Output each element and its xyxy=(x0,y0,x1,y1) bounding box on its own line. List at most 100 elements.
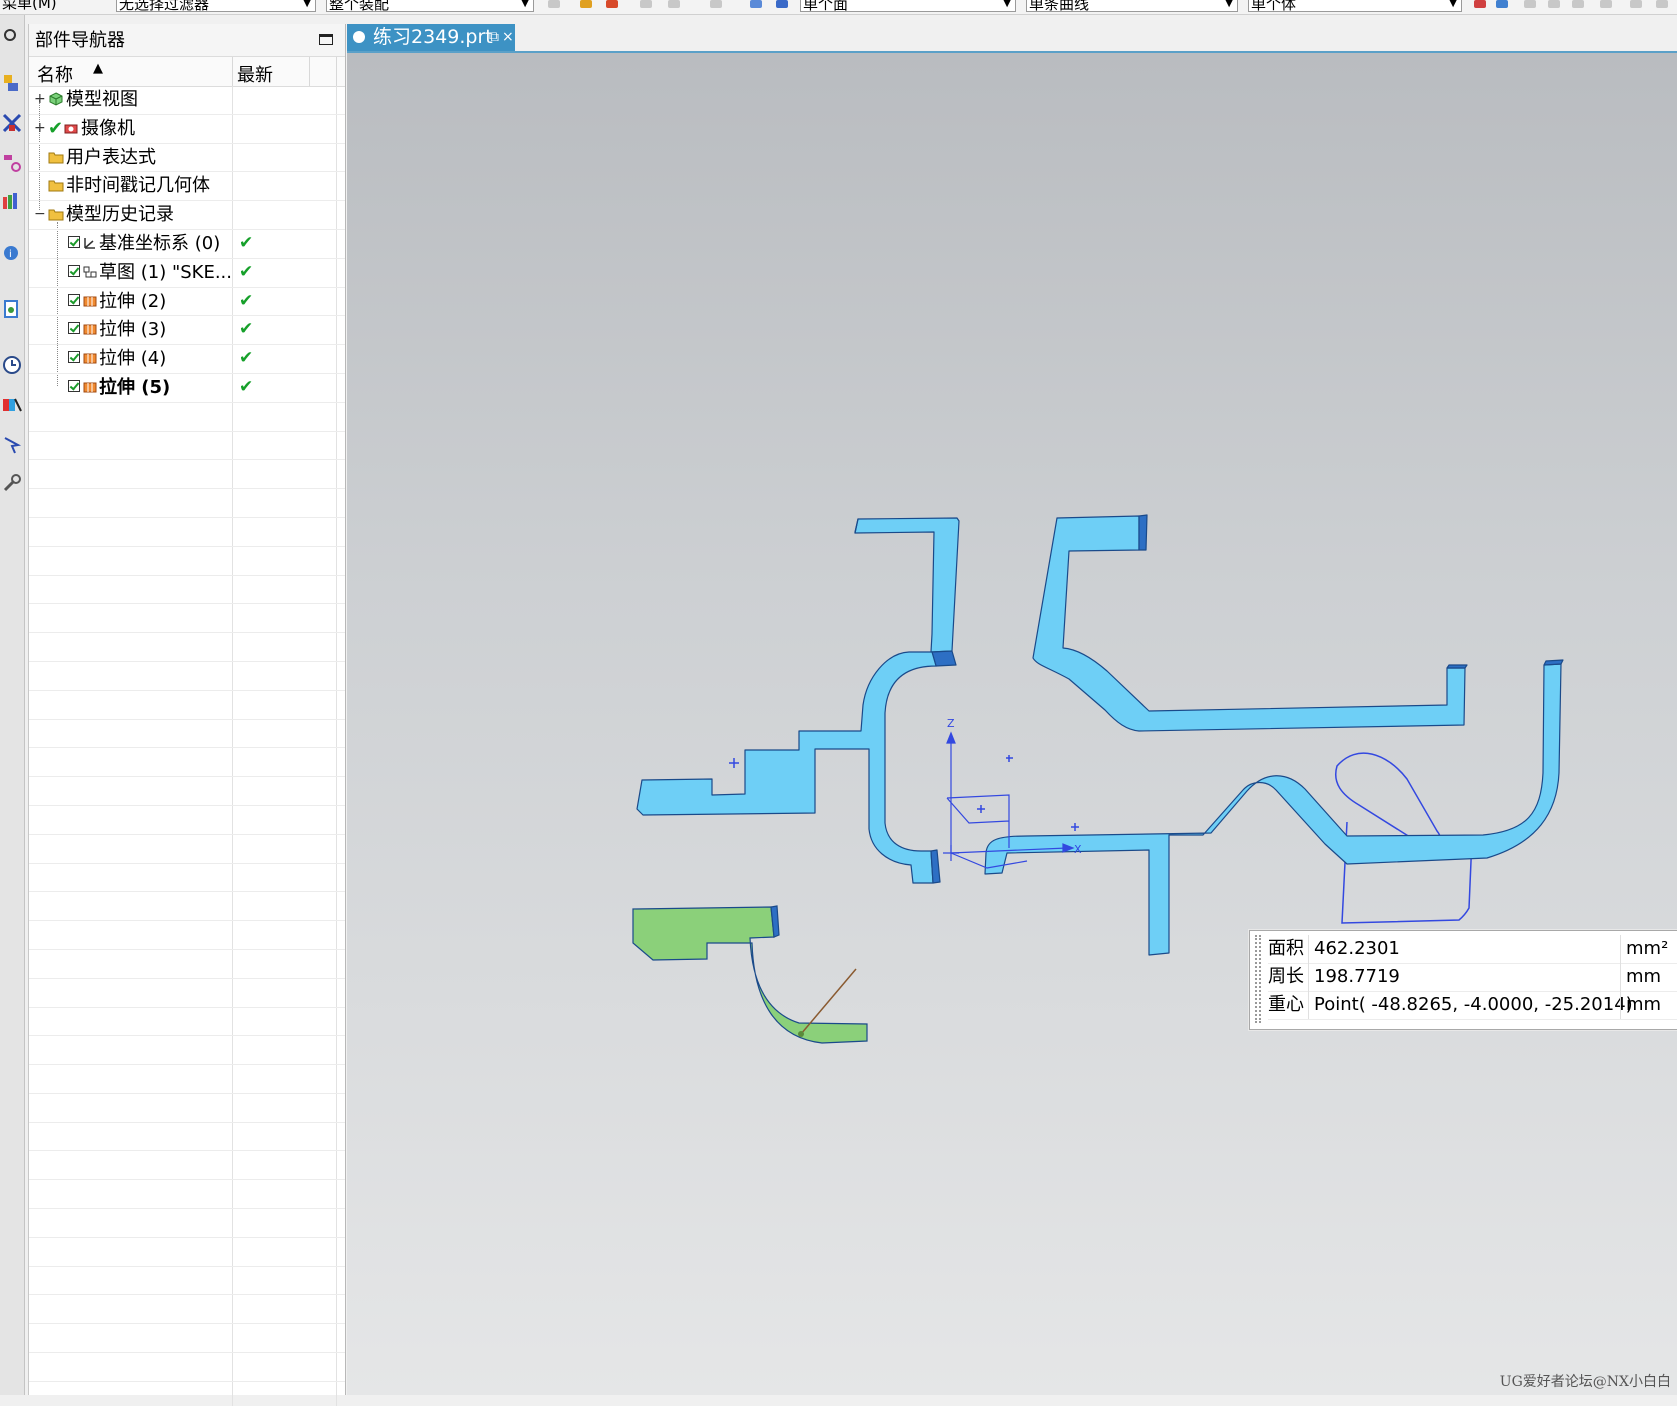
tool-icon[interactable] xyxy=(2,473,22,493)
menu-button[interactable]: 菜单(M) xyxy=(0,0,88,12)
gear-icon[interactable] xyxy=(2,27,22,47)
column-divider[interactable] xyxy=(336,57,337,86)
tab-label: 练习2349.prt xyxy=(373,26,493,48)
folder-icon xyxy=(48,180,64,192)
history-item-extrude-4[interactable]: 拉伸 (4) ✔ xyxy=(29,345,345,374)
snap-icon[interactable] xyxy=(548,0,560,8)
history-icon[interactable] xyxy=(2,299,22,319)
feature-checkbox[interactable] xyxy=(68,322,80,335)
pin-icon[interactable]: ⧉ xyxy=(489,24,499,51)
maximize-icon[interactable] xyxy=(319,34,333,45)
tree-item-model-history[interactable]: − 模型历史记录 xyxy=(29,201,345,230)
model-view[interactable]: Z X xyxy=(347,53,1677,1395)
extrude-icon xyxy=(83,324,97,335)
more-tools-icon[interactable] xyxy=(1656,0,1668,8)
curve-icon[interactable] xyxy=(1600,0,1612,8)
feature-checkbox[interactable] xyxy=(68,264,80,277)
visible-check-icon[interactable]: ✔ xyxy=(48,115,63,142)
spline-icon[interactable] xyxy=(1630,0,1642,8)
line-icon[interactable] xyxy=(1548,0,1560,8)
history-item-sketch[interactable]: 草图 (1) "SKE... ✔ xyxy=(29,258,345,288)
column-latest[interactable]: 最新 xyxy=(237,61,273,87)
tree-item-unused-geometry[interactable]: 非时间戳记几何体 xyxy=(29,172,345,202)
snap-point-icon[interactable] xyxy=(1474,0,1486,8)
column-divider[interactable] xyxy=(232,57,233,86)
selected-green-face xyxy=(632,906,868,1044)
tab-part-file[interactable]: 练习2349.prt ⧉ × xyxy=(347,24,515,51)
drag-handle[interactable] xyxy=(1255,935,1261,1023)
selection-tool-icon[interactable] xyxy=(2,435,22,455)
empty-row xyxy=(29,978,345,1008)
palette-icon[interactable] xyxy=(2,395,22,415)
tree-item-label: 摄像机 xyxy=(81,117,135,139)
collapse-icon[interactable]: − xyxy=(34,201,46,228)
tree-item-user-expressions[interactable]: 用户表达式 xyxy=(29,143,345,173)
sketch-marker xyxy=(1071,823,1079,831)
expand-icon[interactable]: + xyxy=(34,86,46,113)
tree-item-label: 非时间戳记几何体 xyxy=(66,175,210,197)
box-select-icon[interactable] xyxy=(710,0,722,8)
history-item-extrude-3[interactable]: 拉伸 (3) ✔ xyxy=(29,316,345,346)
arc-icon[interactable] xyxy=(1572,0,1584,8)
solid-bracket-top-right xyxy=(1032,515,1466,732)
part-navigator-icon[interactable] xyxy=(2,153,22,173)
select-icon[interactable] xyxy=(580,0,592,8)
measurement-panel[interactable]: 面积 462.2301 mm² ⊭ 周长 198.7719 mm ⊭ 重心 Po… xyxy=(1249,930,1677,1030)
empty-row xyxy=(29,546,345,576)
tree-item-camera[interactable]: + ✔ 摄像机 xyxy=(29,114,345,144)
reuse-library-icon[interactable] xyxy=(2,191,22,211)
extrude-icon xyxy=(83,353,97,364)
arrow-icon[interactable] xyxy=(1496,0,1508,8)
feature-checkbox[interactable] xyxy=(68,379,80,392)
empty-row xyxy=(29,1093,345,1123)
empty-row xyxy=(29,1353,345,1382)
measure-row-perimeter: 周长 198.7719 mm ⊭ xyxy=(1268,963,1677,992)
navigator-title: 部件导航器 xyxy=(35,30,125,51)
empty-row xyxy=(29,1237,345,1267)
empty-row xyxy=(29,748,345,778)
empty-row xyxy=(29,1381,345,1406)
web-browser-icon[interactable]: i xyxy=(2,241,22,261)
top-toolbar: 菜单(M) 无选择过滤器 ▼ 整个装配 ▼ 单个面 ▼ 单条曲线 ▼ 单个体 ▼ xyxy=(0,0,1677,15)
history-item-extrude-5[interactable]: 拉伸 (5) ✔ xyxy=(29,373,345,403)
column-name[interactable]: 名称 xyxy=(37,61,73,87)
measure-unit: mm² xyxy=(1626,938,1669,959)
point-icon[interactable] xyxy=(640,0,652,8)
sketch-icon xyxy=(83,266,97,278)
expand-icon[interactable]: + xyxy=(34,115,46,142)
assembly-navigator-icon[interactable] xyxy=(2,73,22,93)
navigator-tree: + 模型视图 + ✔ 摄像机 用户表达式 非时间戳记几何体 − 模型历史记录 基… xyxy=(29,86,345,1406)
assembly-scope-dropdown[interactable]: 整个装配 ▼ xyxy=(326,0,534,12)
face-rule-dropdown[interactable]: 单个面 ▼ xyxy=(800,0,1016,12)
vertex-icon[interactable] xyxy=(668,0,680,8)
empty-row xyxy=(29,805,345,835)
part-navigator-panel: 部件导航器 名称 ▲ 最新 + 模型视图 + ✔ 摄像机 用户表达式 非时间戳记… xyxy=(28,24,346,1406)
graphics-canvas[interactable]: Z X xyxy=(347,53,1677,1395)
close-tab-icon[interactable]: × xyxy=(502,24,514,51)
empty-row xyxy=(29,777,345,806)
feature-checkbox[interactable] xyxy=(68,235,80,248)
sort-ascending-icon[interactable]: ▲ xyxy=(93,61,103,76)
column-divider[interactable] xyxy=(309,57,310,86)
document-tab-bar: 练习2349.prt ⧉ × xyxy=(347,24,1677,53)
solid-icon[interactable] xyxy=(750,0,762,8)
clock-icon[interactable] xyxy=(2,355,22,375)
filter-icon[interactable] xyxy=(606,0,618,8)
curve-rule-dropdown[interactable]: 单条曲线 ▼ xyxy=(1026,0,1238,12)
feature-checkbox[interactable] xyxy=(68,351,80,364)
empty-row xyxy=(29,431,345,461)
up-to-date-check-icon: ✔ xyxy=(239,261,254,282)
selection-filter-dropdown[interactable]: 无选择过滤器 ▼ xyxy=(116,0,316,12)
body-rule-dropdown[interactable]: 单个体 ▼ xyxy=(1248,0,1462,12)
settings-icon[interactable] xyxy=(1524,0,1536,8)
measure-label: 重心 xyxy=(1268,994,1304,1015)
history-item-extrude-2[interactable]: 拉伸 (2) ✔ xyxy=(29,287,345,317)
sketch-marker xyxy=(977,805,985,813)
body-icon[interactable] xyxy=(776,0,788,8)
constraint-navigator-icon[interactable] xyxy=(2,113,22,133)
measure-value: Point( -48.8265, -4.0000, -25.2014) xyxy=(1314,994,1633,1015)
history-item-datum-csys[interactable]: 基准坐标系 (0) ✔ xyxy=(29,229,345,259)
tree-item-model-views[interactable]: + 模型视图 xyxy=(29,86,345,115)
feature-checkbox[interactable] xyxy=(68,293,80,306)
empty-row xyxy=(29,1180,345,1210)
